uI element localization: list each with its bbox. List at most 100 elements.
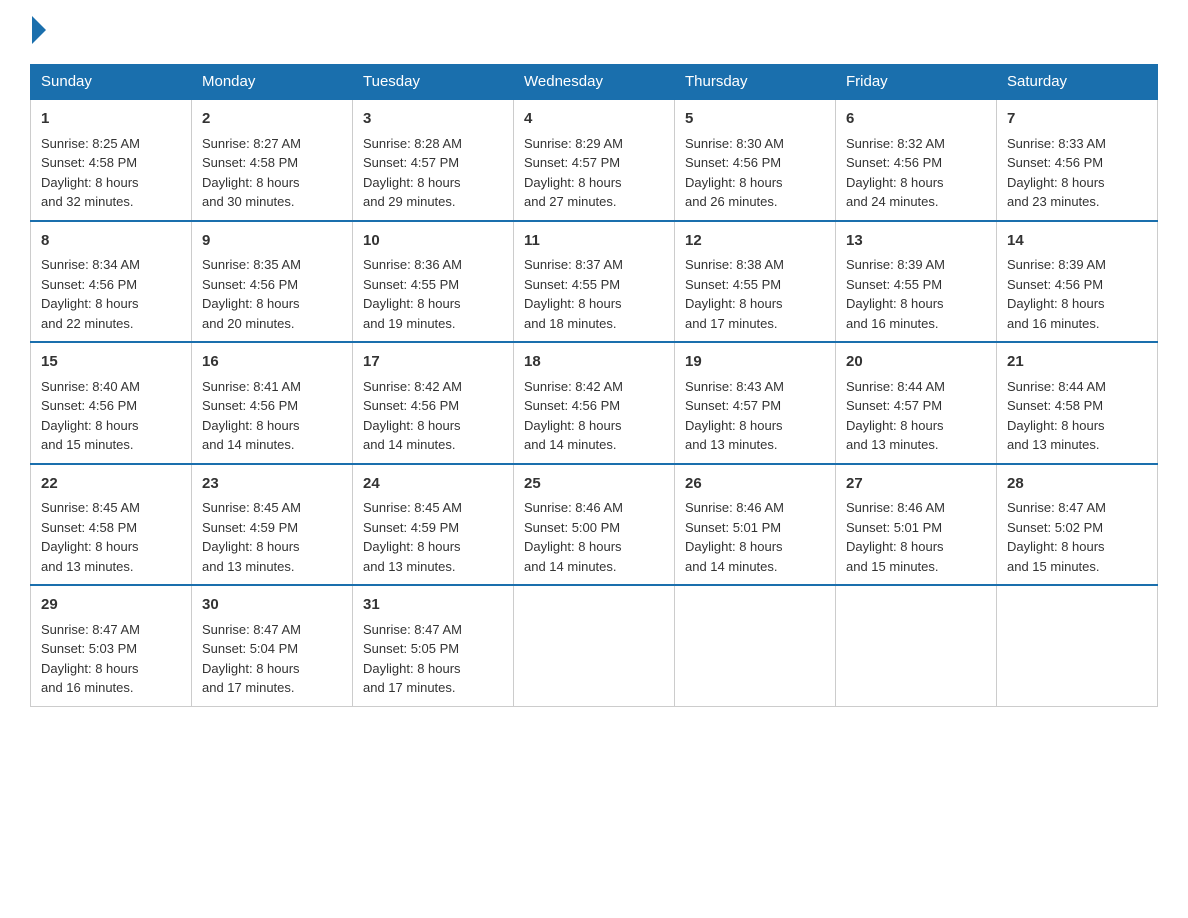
day-number: 22 [41, 473, 181, 496]
day-info: Sunrise: 8:40 AM Sunset: 4:56 PM Dayligh… [41, 379, 140, 453]
day-info: Sunrise: 8:33 AM Sunset: 4:56 PM Dayligh… [1007, 136, 1106, 210]
calendar-cell: 4 Sunrise: 8:29 AM Sunset: 4:57 PM Dayli… [514, 99, 675, 221]
day-number: 23 [202, 473, 342, 496]
calendar-header-saturday: Saturday [997, 65, 1158, 100]
day-info: Sunrise: 8:47 AM Sunset: 5:05 PM Dayligh… [363, 622, 462, 696]
calendar-header-tuesday: Tuesday [353, 65, 514, 100]
logo [30, 20, 46, 44]
day-number: 9 [202, 230, 342, 253]
day-info: Sunrise: 8:42 AM Sunset: 4:56 PM Dayligh… [363, 379, 462, 453]
calendar-cell: 10 Sunrise: 8:36 AM Sunset: 4:55 PM Dayl… [353, 221, 514, 343]
day-number: 24 [363, 473, 503, 496]
calendar-cell: 9 Sunrise: 8:35 AM Sunset: 4:56 PM Dayli… [192, 221, 353, 343]
page-header [30, 20, 1158, 44]
day-number: 17 [363, 351, 503, 374]
day-info: Sunrise: 8:30 AM Sunset: 4:56 PM Dayligh… [685, 136, 784, 210]
calendar-cell [997, 585, 1158, 706]
day-info: Sunrise: 8:45 AM Sunset: 4:59 PM Dayligh… [202, 500, 301, 574]
day-number: 8 [41, 230, 181, 253]
day-number: 29 [41, 594, 181, 617]
day-number: 19 [685, 351, 825, 374]
calendar-cell: 19 Sunrise: 8:43 AM Sunset: 4:57 PM Dayl… [675, 342, 836, 464]
day-info: Sunrise: 8:39 AM Sunset: 4:55 PM Dayligh… [846, 257, 945, 331]
calendar-header-row: SundayMondayTuesdayWednesdayThursdayFrid… [31, 65, 1158, 100]
day-number: 4 [524, 108, 664, 131]
day-info: Sunrise: 8:37 AM Sunset: 4:55 PM Dayligh… [524, 257, 623, 331]
logo-arrow-icon [32, 16, 46, 44]
calendar-cell [514, 585, 675, 706]
day-info: Sunrise: 8:25 AM Sunset: 4:58 PM Dayligh… [41, 136, 140, 210]
day-info: Sunrise: 8:43 AM Sunset: 4:57 PM Dayligh… [685, 379, 784, 453]
calendar-week-row: 15 Sunrise: 8:40 AM Sunset: 4:56 PM Dayl… [31, 342, 1158, 464]
day-number: 15 [41, 351, 181, 374]
day-info: Sunrise: 8:44 AM Sunset: 4:57 PM Dayligh… [846, 379, 945, 453]
day-info: Sunrise: 8:39 AM Sunset: 4:56 PM Dayligh… [1007, 257, 1106, 331]
day-number: 2 [202, 108, 342, 131]
day-info: Sunrise: 8:29 AM Sunset: 4:57 PM Dayligh… [524, 136, 623, 210]
calendar-cell: 18 Sunrise: 8:42 AM Sunset: 4:56 PM Dayl… [514, 342, 675, 464]
day-info: Sunrise: 8:46 AM Sunset: 5:00 PM Dayligh… [524, 500, 623, 574]
day-number: 7 [1007, 108, 1147, 131]
calendar-cell: 2 Sunrise: 8:27 AM Sunset: 4:58 PM Dayli… [192, 99, 353, 221]
day-number: 30 [202, 594, 342, 617]
day-info: Sunrise: 8:46 AM Sunset: 5:01 PM Dayligh… [685, 500, 784, 574]
day-info: Sunrise: 8:38 AM Sunset: 4:55 PM Dayligh… [685, 257, 784, 331]
day-info: Sunrise: 8:42 AM Sunset: 4:56 PM Dayligh… [524, 379, 623, 453]
calendar-cell: 29 Sunrise: 8:47 AM Sunset: 5:03 PM Dayl… [31, 585, 192, 706]
calendar-cell: 3 Sunrise: 8:28 AM Sunset: 4:57 PM Dayli… [353, 99, 514, 221]
calendar-cell [836, 585, 997, 706]
calendar-cell: 26 Sunrise: 8:46 AM Sunset: 5:01 PM Dayl… [675, 464, 836, 586]
day-info: Sunrise: 8:28 AM Sunset: 4:57 PM Dayligh… [363, 136, 462, 210]
calendar-cell: 12 Sunrise: 8:38 AM Sunset: 4:55 PM Dayl… [675, 221, 836, 343]
day-number: 1 [41, 108, 181, 131]
day-info: Sunrise: 8:27 AM Sunset: 4:58 PM Dayligh… [202, 136, 301, 210]
calendar-header-wednesday: Wednesday [514, 65, 675, 100]
day-number: 27 [846, 473, 986, 496]
calendar-week-row: 8 Sunrise: 8:34 AM Sunset: 4:56 PM Dayli… [31, 221, 1158, 343]
day-number: 26 [685, 473, 825, 496]
day-info: Sunrise: 8:35 AM Sunset: 4:56 PM Dayligh… [202, 257, 301, 331]
day-info: Sunrise: 8:47 AM Sunset: 5:04 PM Dayligh… [202, 622, 301, 696]
calendar-cell: 17 Sunrise: 8:42 AM Sunset: 4:56 PM Dayl… [353, 342, 514, 464]
calendar-cell: 1 Sunrise: 8:25 AM Sunset: 4:58 PM Dayli… [31, 99, 192, 221]
calendar-cell: 7 Sunrise: 8:33 AM Sunset: 4:56 PM Dayli… [997, 99, 1158, 221]
day-number: 31 [363, 594, 503, 617]
calendar-cell: 14 Sunrise: 8:39 AM Sunset: 4:56 PM Dayl… [997, 221, 1158, 343]
day-number: 10 [363, 230, 503, 253]
day-number: 11 [524, 230, 664, 253]
day-number: 21 [1007, 351, 1147, 374]
calendar-cell: 25 Sunrise: 8:46 AM Sunset: 5:00 PM Dayl… [514, 464, 675, 586]
day-info: Sunrise: 8:36 AM Sunset: 4:55 PM Dayligh… [363, 257, 462, 331]
calendar-cell: 21 Sunrise: 8:44 AM Sunset: 4:58 PM Dayl… [997, 342, 1158, 464]
calendar-header-monday: Monday [192, 65, 353, 100]
calendar-header-sunday: Sunday [31, 65, 192, 100]
day-number: 18 [524, 351, 664, 374]
calendar-cell: 15 Sunrise: 8:40 AM Sunset: 4:56 PM Dayl… [31, 342, 192, 464]
calendar-cell: 13 Sunrise: 8:39 AM Sunset: 4:55 PM Dayl… [836, 221, 997, 343]
calendar-cell: 11 Sunrise: 8:37 AM Sunset: 4:55 PM Dayl… [514, 221, 675, 343]
day-info: Sunrise: 8:45 AM Sunset: 4:58 PM Dayligh… [41, 500, 140, 574]
calendar-header-friday: Friday [836, 65, 997, 100]
day-number: 16 [202, 351, 342, 374]
day-info: Sunrise: 8:44 AM Sunset: 4:58 PM Dayligh… [1007, 379, 1106, 453]
day-info: Sunrise: 8:34 AM Sunset: 4:56 PM Dayligh… [41, 257, 140, 331]
calendar-table: SundayMondayTuesdayWednesdayThursdayFrid… [30, 64, 1158, 707]
day-info: Sunrise: 8:45 AM Sunset: 4:59 PM Dayligh… [363, 500, 462, 574]
calendar-cell: 30 Sunrise: 8:47 AM Sunset: 5:04 PM Dayl… [192, 585, 353, 706]
day-number: 20 [846, 351, 986, 374]
calendar-header-thursday: Thursday [675, 65, 836, 100]
calendar-cell: 5 Sunrise: 8:30 AM Sunset: 4:56 PM Dayli… [675, 99, 836, 221]
calendar-week-row: 1 Sunrise: 8:25 AM Sunset: 4:58 PM Dayli… [31, 99, 1158, 221]
calendar-cell: 8 Sunrise: 8:34 AM Sunset: 4:56 PM Dayli… [31, 221, 192, 343]
day-info: Sunrise: 8:47 AM Sunset: 5:02 PM Dayligh… [1007, 500, 1106, 574]
calendar-cell: 6 Sunrise: 8:32 AM Sunset: 4:56 PM Dayli… [836, 99, 997, 221]
day-number: 25 [524, 473, 664, 496]
day-info: Sunrise: 8:41 AM Sunset: 4:56 PM Dayligh… [202, 379, 301, 453]
day-number: 13 [846, 230, 986, 253]
day-number: 5 [685, 108, 825, 131]
day-number: 12 [685, 230, 825, 253]
calendar-cell: 31 Sunrise: 8:47 AM Sunset: 5:05 PM Dayl… [353, 585, 514, 706]
calendar-cell: 16 Sunrise: 8:41 AM Sunset: 4:56 PM Dayl… [192, 342, 353, 464]
calendar-week-row: 29 Sunrise: 8:47 AM Sunset: 5:03 PM Dayl… [31, 585, 1158, 706]
day-number: 28 [1007, 473, 1147, 496]
